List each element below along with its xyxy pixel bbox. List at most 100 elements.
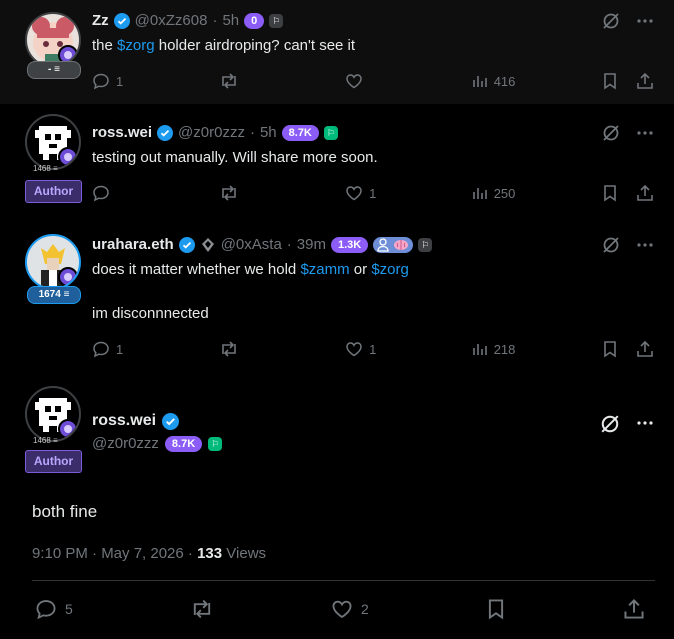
views-count: 133 [197, 545, 223, 562]
text-segment: or [349, 261, 372, 278]
share-icon[interactable] [636, 72, 654, 90]
xp-badge: 8.7K [281, 124, 319, 141]
more-options-icon[interactable] [636, 124, 654, 142]
divider [32, 580, 655, 581]
more-options-icon[interactable] [636, 236, 654, 254]
bookmark-icon[interactable] [602, 72, 618, 90]
reply-post-3[interactable]: 1674 ≡ urahara.eth @0xAsta · 39m 1.3K ⚐ … [0, 216, 674, 382]
action-bar: 1 416 [92, 72, 654, 90]
handle[interactable]: @0xAsta [221, 236, 282, 253]
badge-chip [373, 236, 414, 253]
reply-icon [93, 341, 109, 358]
cashtag-link[interactable]: $zorg [371, 261, 409, 278]
reply-button[interactable] [92, 184, 132, 202]
xp-badge: 1.3K [330, 236, 369, 253]
reply-button[interactable]: 1 [92, 72, 132, 90]
share-icon[interactable] [636, 340, 654, 358]
views-label: Views [226, 545, 267, 562]
repost-button[interactable] [219, 184, 259, 202]
action-bar: 5 2 [35, 598, 645, 620]
avatar-container: 1468 ≡ Author [25, 386, 82, 473]
post-text-line-2: im disconnnected [92, 305, 209, 322]
flag-icon: ⚐ [269, 13, 284, 28]
timestamp[interactable]: 5h [260, 124, 277, 141]
display-name[interactable]: Zz [92, 12, 109, 29]
reply-icon [36, 600, 56, 620]
like-button[interactable]: 1 [345, 340, 385, 358]
more-options-icon[interactable] [636, 12, 654, 30]
post-text: does it matter whether we hold $zamm or … [92, 260, 409, 280]
share-button[interactable] [623, 598, 645, 620]
post-text: the $zorg holder airdroping? can't see i… [92, 36, 355, 56]
more-options-icon[interactable] [636, 414, 654, 434]
reply-count: 5 [65, 601, 73, 617]
bookmark-button[interactable] [486, 598, 506, 620]
like-button[interactable]: 1 [345, 184, 385, 202]
flag-icon: ⚐ [323, 125, 338, 140]
post-header: Zz @0xZz608 · 5h 0 ⚐ [92, 12, 284, 29]
grok-icon[interactable] [602, 236, 620, 254]
like-button[interactable]: 2 [331, 598, 369, 620]
repost-button[interactable] [219, 340, 259, 358]
grok-icon[interactable] [600, 414, 620, 434]
post-menu-icons [600, 414, 654, 434]
level-pill: - ≡ [27, 61, 81, 79]
verified-icon [157, 124, 174, 141]
timestamp[interactable]: 39m [297, 236, 326, 253]
display-name[interactable]: ross.wei [92, 124, 152, 141]
reply-icon [93, 73, 109, 90]
repost-icon [221, 341, 236, 357]
action-right [602, 184, 654, 202]
analytics-icon [472, 344, 487, 355]
separator-dot: · [187, 545, 193, 562]
like-count: 2 [360, 601, 369, 617]
action-right [602, 72, 654, 90]
bookmark-icon[interactable] [602, 340, 618, 358]
handle[interactable]: @z0r0zzz [178, 124, 245, 141]
heart-icon [346, 186, 362, 201]
like-button[interactable] [345, 72, 385, 90]
timestamp[interactable]: 9:10 PM · May 7, 2026 [32, 545, 184, 562]
separator-dot: · [286, 236, 292, 253]
flag-icon: ⚐ [208, 436, 223, 451]
verified-icon [113, 12, 130, 29]
share-icon[interactable] [636, 184, 654, 202]
level-label: 1468 ≡ [33, 164, 58, 173]
author-tag: Author [25, 450, 82, 473]
reply-button[interactable]: 1 [92, 340, 132, 358]
avatar[interactable] [25, 386, 81, 442]
reply-post-2[interactable]: 1468 ≡ Author ross.wei @z0r0zzz · 5h 8.7… [0, 104, 674, 216]
post-meta: 9:10 PM · May 7, 2026 · 133 Views [32, 545, 266, 562]
flag-icon: ⚐ [418, 237, 433, 252]
display-name[interactable]: urahara.eth [92, 236, 174, 253]
repost-icon [221, 185, 236, 201]
bookmark-icon[interactable] [602, 184, 618, 202]
action-bar: 1 1 218 [92, 340, 654, 358]
cashtag-link[interactable]: $zamm [300, 261, 349, 278]
timestamp[interactable]: 5h [222, 12, 239, 29]
handle[interactable]: @0xZz608 [135, 12, 208, 29]
grok-icon[interactable] [602, 12, 620, 30]
repost-button[interactable] [190, 598, 214, 620]
cashtag-link[interactable]: $zorg [117, 37, 155, 54]
views-button[interactable]: 250 [472, 185, 515, 201]
views-button[interactable]: 218 [472, 341, 516, 357]
avatar[interactable] [25, 234, 81, 290]
reply-icon [93, 185, 109, 202]
text-segment: the [92, 37, 118, 54]
heart-icon [332, 600, 352, 619]
action-right [602, 340, 654, 358]
reply-post-1[interactable]: - ≡ Zz @0xZz608 · 5h 0 ⚐ the $zorg holde… [0, 0, 674, 104]
avatar[interactable] [25, 114, 81, 170]
grok-icon[interactable] [602, 124, 620, 142]
brain-icon [394, 239, 409, 250]
views-button[interactable]: 416 [472, 73, 515, 89]
reply-button[interactable]: 5 [35, 598, 73, 620]
share-icon [624, 599, 644, 619]
views-count: 218 [493, 341, 516, 357]
repost-icon [193, 599, 211, 619]
handle[interactable]: @z0r0zzz [92, 435, 159, 452]
avatar[interactable] [25, 12, 81, 68]
repost-button[interactable] [219, 72, 259, 90]
display-name[interactable]: ross.wei [92, 412, 156, 430]
